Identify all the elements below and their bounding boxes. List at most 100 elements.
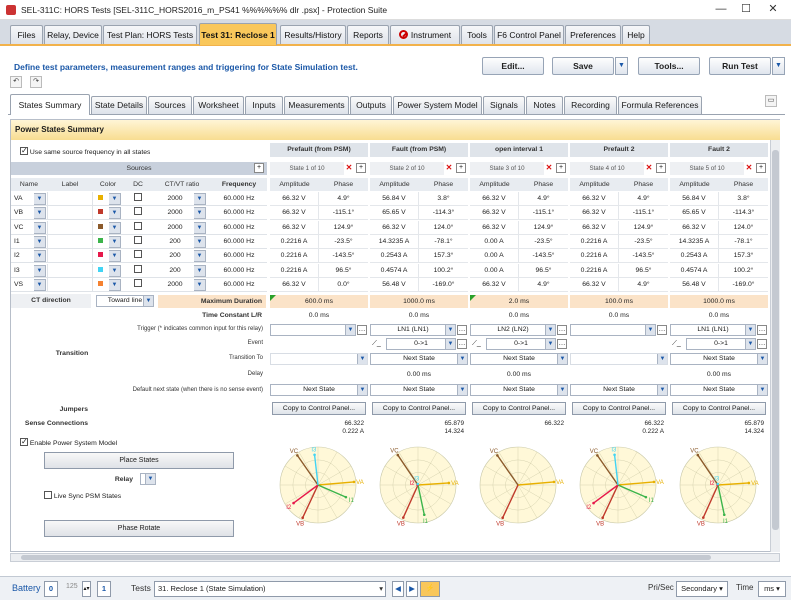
add-source-icon[interactable]: + [254,163,264,173]
phase-cell[interactable]: 124.9° [319,221,368,235]
minimize-button[interactable]: — [710,2,732,17]
tab-inputs[interactable]: Inputs [245,96,283,114]
battery-value[interactable]: 0 [44,581,58,597]
tab-files[interactable]: Files [10,25,43,44]
source-label-field[interactable] [47,192,93,205]
amplitude-cell[interactable]: 66.32 V [670,220,719,235]
add-state-icon[interactable]: + [356,163,366,173]
amplitude-cell[interactable]: 0.2216 A [570,263,619,278]
tab-state-details[interactable]: State Details [91,96,147,114]
tab-outputs[interactable]: Outputs [350,96,392,114]
trigger-select[interactable]: ▼ [270,324,356,336]
source-color-select[interactable]: ▼ [109,207,121,220]
tab-relay-device[interactable]: Relay, Device [44,25,102,44]
transition-to-select[interactable]: ▼ [570,353,668,365]
tab-test-31[interactable]: Test 31: Reclose 1 [199,23,277,45]
tab-results-history[interactable]: Results/History [280,25,346,44]
trigger-more-button[interactable]: … [757,325,767,335]
add-state-icon[interactable]: + [656,163,666,173]
time-constant-value[interactable]: 0.0 ms [470,309,568,322]
phase-cell[interactable]: 4.9° [319,192,368,206]
max-duration-value[interactable]: 600.0 ms [270,295,368,308]
same-freq-checkbox-row[interactable]: Use same source frequency in all states [20,146,150,159]
source-label-field[interactable] [47,277,93,291]
edit-button[interactable]: Edit... [482,57,544,75]
default-next-select[interactable]: Next State ▼ [570,384,668,396]
tab-worksheet[interactable]: Worksheet [193,96,244,114]
tab-recording[interactable]: Recording [564,96,617,114]
source-name-select[interactable]: ▼ [34,264,46,277]
trigger-select[interactable]: ▼ [570,324,656,336]
tab-tools[interactable]: Tools [461,25,493,44]
tab-reports[interactable]: Reports [347,25,389,44]
copy-to-control-panel-button[interactable]: Copy to Control Panel... [272,402,366,415]
battery-spin[interactable]: ▴▾ [82,581,91,597]
amplitude-cell[interactable]: 66.32 V [570,220,619,235]
source-ratio-select[interactable]: ▼ [194,250,206,263]
phase-cell[interactable]: -169.0° [719,278,768,292]
time-constant-value[interactable]: 0.0 ms [270,309,368,322]
transition-to-select[interactable]: Next State ▼ [470,353,568,365]
tab-help[interactable]: Help [622,25,650,44]
source-color-select[interactable]: ▼ [109,250,121,263]
source-ratio[interactable]: 2000 [160,192,190,205]
max-duration-value[interactable]: 100.0 ms [570,295,668,308]
phase-cell[interactable]: 4.9° [519,278,568,292]
event-select[interactable]: 0->1 ▼ [386,338,456,350]
source-ratio[interactable]: 2000 [160,221,190,234]
source-dc-checkbox[interactable] [134,278,142,291]
close-button[interactable]: ✕ [762,2,784,17]
source-name-select[interactable]: ▼ [34,207,46,220]
phase-cell[interactable]: -169.0° [419,278,468,292]
next-test-button[interactable]: ▶ [406,581,418,597]
add-state-icon[interactable]: + [756,163,766,173]
tab-control-panel[interactable]: F6 Control Panel [494,25,564,44]
source-dc-checkbox[interactable] [134,192,142,205]
tab-power-system-model[interactable]: Power System Model [393,96,482,114]
transition-to-select[interactable]: Next State ▼ [670,353,768,365]
delete-state-icon[interactable]: ✕ [644,163,654,173]
default-next-select[interactable]: Next State ▼ [270,384,368,396]
max-duration-value[interactable]: 1000.0 ms [670,295,768,308]
amplitude-cell[interactable]: 66.32 V [470,277,519,292]
place-states-button[interactable]: Place States [44,452,234,469]
source-color-select[interactable]: ▼ [109,193,121,205]
source-color-select[interactable]: ▼ [109,221,121,234]
state-title[interactable]: open interval 1 [470,143,568,157]
copy-to-control-panel-button[interactable]: Copy to Control Panel... [472,402,566,415]
phase-cell[interactable]: 124.9° [519,221,568,235]
source-label-field[interactable] [47,234,93,248]
save-dropdown-arrow[interactable]: ▼ [615,57,628,75]
source-ratio[interactable]: 200 [160,235,190,248]
phase-cell[interactable]: 3.8° [719,192,768,206]
trigger-more-button[interactable]: … [657,325,667,335]
source-ratio-select[interactable]: ▼ [194,221,206,234]
delay-value[interactable]: 0.00 ms [470,368,568,381]
phase-cell[interactable]: -78.1° [719,235,768,249]
source-name-select[interactable]: ▼ [34,193,46,205]
tab-sources[interactable]: Sources [148,96,192,114]
source-color-select[interactable]: ▼ [109,264,121,277]
tab-states-summary[interactable]: States Summary [10,94,90,115]
phase-cell[interactable]: -143.5° [319,249,368,264]
state-title[interactable]: Prefault (from PSM) [270,143,368,157]
source-dc-checkbox[interactable] [134,264,142,277]
max-duration-value[interactable]: 1000.0 ms [370,295,468,308]
phase-cell[interactable]: 124.9° [619,221,668,235]
trigger-more-button[interactable]: … [357,325,367,335]
trigger-more-button[interactable]: … [557,325,567,335]
transition-to-select[interactable]: Next State ▼ [370,353,468,365]
trigger-select[interactable]: LN2 (LN2) ▼ [470,324,556,336]
battery-selected[interactable]: 1 [97,581,111,597]
default-next-select[interactable]: Next State ▼ [370,384,468,396]
delay-value[interactable]: 0.00 ms [670,368,768,381]
phase-cell[interactable]: -115.1° [519,206,568,221]
tab-instrument[interactable]: Instrument [390,25,460,44]
phase-cell[interactable]: 96.5° [619,264,668,278]
copy-to-control-panel-button[interactable]: Copy to Control Panel... [572,402,666,415]
live-sync-checkbox[interactable] [44,491,52,499]
time-constant-value[interactable]: 0.0 ms [670,309,768,322]
source-ratio[interactable]: 200 [160,264,190,277]
phase-cell[interactable]: 0.0° [319,278,368,292]
amplitude-cell[interactable]: 0.00 A [470,249,519,264]
